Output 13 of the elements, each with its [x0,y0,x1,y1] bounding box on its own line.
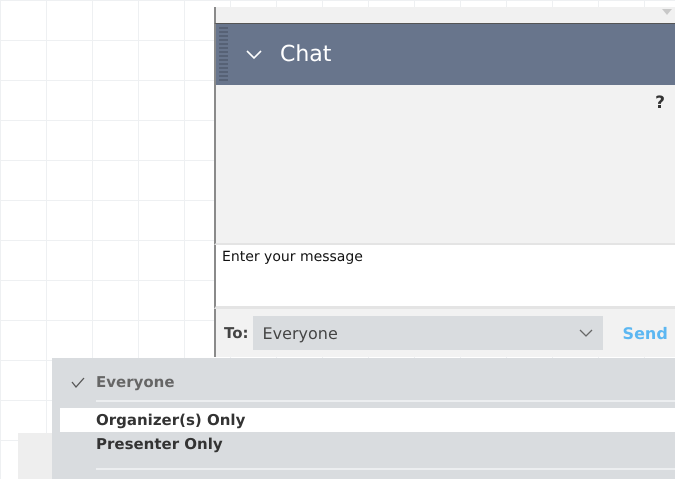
panel-title: Chat [280,42,332,67]
menu-item[interactable]: Everyone [60,370,675,394]
panel-header[interactable]: Chat [214,24,675,85]
menu-item[interactable]: Presenter Only [60,432,675,456]
menu-item[interactable]: Organizer(s) Only [60,408,675,432]
to-label: To: [224,324,249,342]
recipient-dropdown[interactable]: Everyone [252,316,603,350]
grip-icon[interactable] [219,26,228,82]
chevron-icon [578,329,593,337]
message-input[interactable]: Enter your message [214,245,675,309]
chevron-icon[interactable] [246,50,262,60]
help-button[interactable]: ? [655,92,665,112]
scroll-down-icon[interactable] [662,9,672,15]
